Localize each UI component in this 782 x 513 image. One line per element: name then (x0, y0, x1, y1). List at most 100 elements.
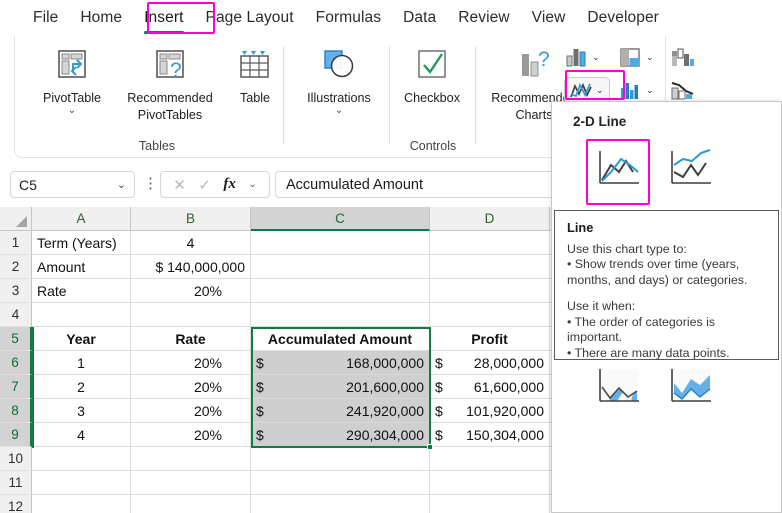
cell-d1[interactable] (430, 231, 550, 255)
cell-d10[interactable] (430, 447, 550, 471)
gallery-item-stacked-area[interactable] (660, 356, 720, 416)
tab-page-layout[interactable]: Page Layout (195, 5, 305, 31)
tab-insert[interactable]: Insert (133, 5, 194, 31)
row-header-8[interactable]: 8 (0, 399, 32, 423)
cell-c6[interactable]: $ 168,000,000 (251, 351, 430, 375)
cell-c1[interactable] (251, 231, 430, 255)
gallery-item-stacked-line[interactable] (660, 138, 720, 198)
cell-c3[interactable] (251, 279, 430, 303)
cell-a2[interactable]: Amount (32, 255, 131, 279)
cell-b3[interactable]: 20% (131, 279, 251, 303)
hierarchy-chart-button[interactable]: ⌄ (617, 44, 656, 70)
cell-b5[interactable]: Rate (131, 327, 251, 351)
chevron-down-icon[interactable]: ⌄ (117, 178, 126, 191)
cell-c10[interactable] (251, 447, 430, 471)
cell-c12[interactable] (251, 495, 430, 513)
cell-b10[interactable] (131, 447, 251, 471)
row-header-1[interactable]: 1 (0, 231, 32, 255)
row-header-11[interactable]: 11 (0, 471, 32, 495)
gallery-item-area[interactable] (588, 356, 648, 416)
cell-b12[interactable] (131, 495, 251, 513)
gallery-item-line[interactable] (588, 138, 648, 198)
row-header-9[interactable]: 9 (0, 423, 32, 447)
cell-a4[interactable] (32, 303, 131, 327)
cell-d3[interactable] (430, 279, 550, 303)
insert-function-icon[interactable]: fx (223, 176, 236, 193)
cell-b11[interactable] (131, 471, 251, 495)
column-header-c[interactable]: C (251, 207, 430, 231)
waterfall-chart-button[interactable] (668, 44, 698, 70)
cell-b9[interactable]: 20% (131, 423, 251, 447)
tab-view[interactable]: View (521, 5, 577, 31)
cell-d4[interactable] (430, 303, 550, 327)
cell-a8[interactable]: 3 (32, 399, 131, 423)
select-all-corner[interactable] (0, 207, 32, 231)
cell-a6[interactable]: 1 (32, 351, 131, 375)
cell-c2[interactable] (251, 255, 430, 279)
column-header-a[interactable]: A (32, 207, 131, 231)
cell-b6[interactable]: 20% (131, 351, 251, 375)
cell-d12[interactable] (430, 495, 550, 513)
cell-c7[interactable]: $ 201,600,000 (251, 375, 430, 399)
name-box[interactable]: C5 ⌄ (10, 171, 135, 198)
cell-c9[interactable]: $ 290,304,000 (251, 423, 430, 447)
cell-d8[interactable]: $ 101,920,000 (430, 399, 550, 423)
cell-a11[interactable] (32, 471, 131, 495)
tab-formulas[interactable]: Formulas (305, 5, 392, 31)
cell-a1[interactable]: Term (Years) (32, 231, 131, 255)
row-header-12[interactable]: 12 (0, 495, 32, 513)
row-header-10[interactable]: 10 (0, 447, 32, 471)
row-header-6[interactable]: 6 (0, 351, 32, 375)
recommended-pivottables-button[interactable]: ? Recommended PivotTables (115, 42, 225, 122)
cell-b7[interactable]: 20% (131, 375, 251, 399)
table-button[interactable]: Table (229, 42, 281, 105)
cell-c5[interactable]: Accumulated Amount (251, 327, 430, 351)
chevron-down-icon[interactable]: ⌄ (646, 85, 654, 96)
illustrations-button[interactable]: Illustrations ⌄ (291, 42, 387, 116)
cell-b1[interactable]: 4 (131, 231, 251, 255)
cell-b8[interactable]: 20% (131, 399, 251, 423)
row-header-5[interactable]: 5 (0, 327, 32, 351)
cell-d2[interactable] (430, 255, 550, 279)
combo-chart-button[interactable] (668, 77, 698, 103)
cell-d6[interactable]: $ 28,000,000 (430, 351, 550, 375)
cell-c11[interactable] (251, 471, 430, 495)
tab-developer[interactable]: Developer (576, 5, 670, 31)
column-header-d[interactable]: D (430, 207, 550, 231)
cell-a7[interactable]: 2 (32, 375, 131, 399)
tab-file[interactable]: File (22, 5, 69, 31)
chevron-down-icon[interactable]: ⌄ (248, 179, 256, 190)
cell-a10[interactable] (32, 447, 131, 471)
pivottable-button[interactable]: PivotTable ⌄ (31, 42, 113, 116)
formula-bar-options-icon[interactable]: ⋮ (143, 175, 158, 193)
cell-d9[interactable]: $ 150,304,000 (430, 423, 550, 447)
column-chart-button[interactable]: ⌄ (563, 44, 602, 70)
tab-home[interactable]: Home (69, 5, 133, 31)
chevron-down-icon[interactable]: ⌄ (31, 105, 113, 116)
row-header-7[interactable]: 7 (0, 375, 32, 399)
cell-a5[interactable]: Year (32, 327, 131, 351)
chevron-down-icon[interactable]: ⌄ (592, 52, 600, 63)
chevron-down-icon[interactable]: ⌄ (291, 105, 387, 116)
row-header-3[interactable]: 3 (0, 279, 32, 303)
cell-d7[interactable]: $ 61,600,000 (430, 375, 550, 399)
tab-review[interactable]: Review (447, 5, 520, 31)
cell-b4[interactable] (131, 303, 251, 327)
checkbox-button[interactable]: Checkbox (393, 42, 471, 105)
tab-data[interactable]: Data (392, 5, 447, 31)
cell-d5[interactable]: Profit (430, 327, 550, 351)
row-header-4[interactable]: 4 (0, 303, 32, 327)
column-header-b[interactable]: B (131, 207, 251, 231)
cell-d11[interactable] (430, 471, 550, 495)
enter-icon[interactable]: ✓ (198, 176, 211, 194)
cancel-icon[interactable]: ✕ (173, 176, 186, 194)
cell-c4[interactable] (251, 303, 430, 327)
cell-a12[interactable] (32, 495, 131, 513)
chevron-down-icon[interactable]: ⌄ (596, 85, 604, 96)
row-header-2[interactable]: 2 (0, 255, 32, 279)
cell-c8[interactable]: $ 241,920,000 (251, 399, 430, 423)
bar-chart-button[interactable]: ⌄ (617, 77, 656, 103)
line-chart-button[interactable]: ⌄ (564, 77, 610, 104)
chevron-down-icon[interactable]: ⌄ (646, 52, 654, 63)
cell-a9[interactable]: 4 (32, 423, 131, 447)
